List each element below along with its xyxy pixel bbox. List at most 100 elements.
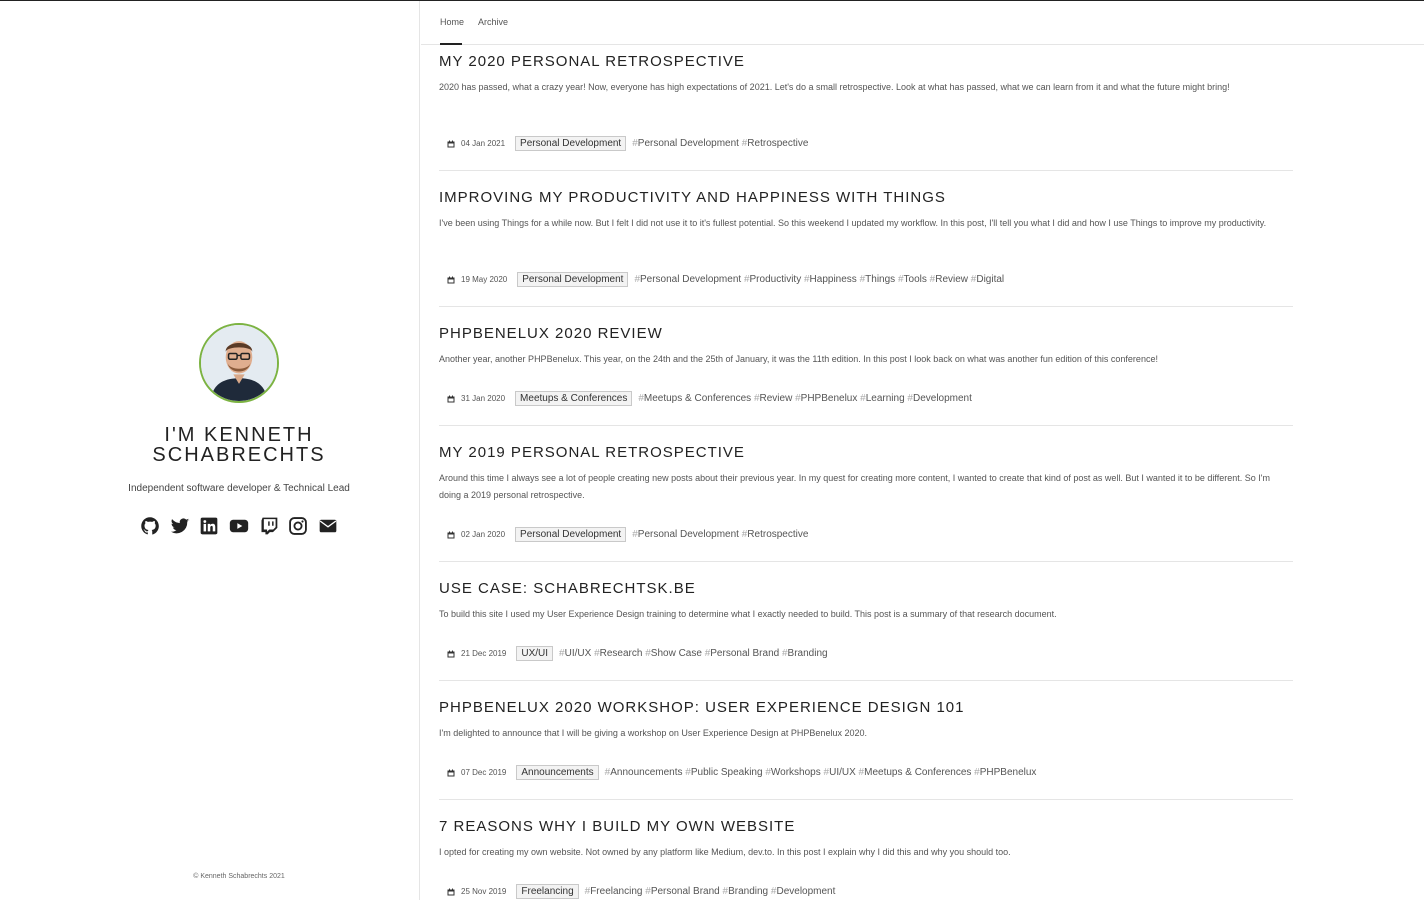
post-item: IMPROVING MY PRODUCTIVITY AND HAPPINESS … xyxy=(439,189,1293,287)
nav-home-link[interactable]: Home xyxy=(440,17,464,27)
post-title[interactable]: 7 REASONS WHY I BUILD MY OWN WEBSITE xyxy=(439,818,1293,836)
post-date: 02 Jan 2020 xyxy=(461,530,506,539)
post-tags: #Personal Development #Retrospective xyxy=(632,529,808,540)
post-category[interactable]: Personal Development xyxy=(515,527,627,542)
post-category[interactable]: UX/UI xyxy=(516,646,554,661)
post-tag[interactable]: #PHPBenelux xyxy=(795,393,857,404)
youtube-icon[interactable] xyxy=(229,516,249,536)
post-title[interactable]: MY 2019 PERSONAL RETROSPECTIVE xyxy=(439,444,1293,462)
post-category[interactable]: Freelancing xyxy=(516,884,579,899)
profile-name: I'M KENNETH SCHABRECHTS xyxy=(100,425,378,465)
calendar-icon xyxy=(447,395,455,402)
post-category[interactable]: Personal Development xyxy=(517,272,629,287)
post-tag[interactable]: #Workshops xyxy=(765,767,820,778)
post-excerpt: Around this time I always see a lot of p… xyxy=(439,473,1271,500)
post-category[interactable]: Meetups & Conferences xyxy=(515,391,633,406)
post-tag[interactable]: #Happiness xyxy=(804,274,857,285)
post-title[interactable]: PHPBENELUX 2020 REVIEW xyxy=(439,325,1293,343)
post-title[interactable]: USE CASE: SCHABRECHTSK.BE xyxy=(439,580,1293,598)
post-tag[interactable]: #Branding xyxy=(723,886,769,897)
post-date: 25 Nov 2019 xyxy=(461,887,507,896)
post-divider xyxy=(439,170,1293,171)
nav-archive-link[interactable]: Archive xyxy=(478,17,508,27)
post-tags: #Personal Development #Retrospective xyxy=(632,138,808,149)
post-excerpt: I've been using Things for a while now. … xyxy=(439,218,1267,228)
avatar[interactable] xyxy=(199,323,279,403)
post-category[interactable]: Announcements xyxy=(516,765,599,780)
post-tag[interactable]: #Personal Development xyxy=(634,274,741,285)
post-tags: #Freelancing #Personal Brand #Branding #… xyxy=(585,886,836,897)
email-icon[interactable] xyxy=(318,516,338,536)
post-tag[interactable]: #Public Speaking xyxy=(685,767,762,778)
profile-name-line1: I'M KENNETH xyxy=(164,424,314,446)
calendar-icon xyxy=(447,769,455,776)
post-tag[interactable]: #Development xyxy=(907,393,971,404)
post-meta: 31 Jan 2020 Meetups & Conferences #Meetu… xyxy=(447,391,972,406)
calendar-icon xyxy=(447,888,455,895)
post-tag[interactable]: #UI/UX xyxy=(824,767,856,778)
post-tag[interactable]: #Review xyxy=(754,393,792,404)
post-divider xyxy=(439,561,1293,562)
post-tag[interactable]: #Branding xyxy=(782,648,828,659)
instagram-icon[interactable] xyxy=(288,516,308,536)
post-meta: 07 Dec 2019 Announcements #Announcements… xyxy=(447,765,1036,780)
post-meta: 02 Jan 2020 Personal Development #Person… xyxy=(447,527,808,542)
post-tag[interactable]: #Show Case xyxy=(645,648,702,659)
post-tag[interactable]: #UI/UX xyxy=(559,648,591,659)
post-tag[interactable]: #Development xyxy=(771,886,835,897)
post-meta: 04 Jan 2021 Personal Development #Person… xyxy=(447,136,808,151)
post-tag[interactable]: #Retrospective xyxy=(742,529,809,540)
post-excerpt: To build this site I used my User Experi… xyxy=(439,609,1057,619)
calendar-icon xyxy=(447,531,455,538)
post-excerpt: I'm delighted to announce that I will be… xyxy=(439,728,867,738)
profile-sidebar: I'M KENNETH SCHABRECHTS Independent soft… xyxy=(0,1,420,900)
post-date: 21 Dec 2019 xyxy=(461,649,507,658)
profile-tagline: Independent software developer & Technic… xyxy=(128,483,350,494)
post-item: 7 REASONS WHY I BUILD MY OWN WEBSITE I o… xyxy=(439,818,1293,899)
post-divider xyxy=(439,425,1293,426)
social-links xyxy=(140,516,338,536)
post-excerpt: I opted for creating my own website. Not… xyxy=(439,847,1011,857)
linkedin-icon[interactable] xyxy=(199,516,219,536)
post-tag[interactable]: #Research xyxy=(594,648,642,659)
post-tag[interactable]: #PHPBenelux xyxy=(974,767,1036,778)
post-tag[interactable]: #Meetups & Conferences xyxy=(859,767,972,778)
post-meta: 21 Dec 2019 UX/UI #UI/UX #Research #Show… xyxy=(447,646,828,661)
post-tags: #Announcements #Public Speaking #Worksho… xyxy=(605,767,1037,778)
twitter-icon[interactable] xyxy=(170,516,190,536)
post-item: PHPBENELUX 2020 WORKSHOP: USER EXPERIENC… xyxy=(439,699,1293,780)
calendar-icon xyxy=(447,140,455,147)
calendar-icon xyxy=(447,650,455,657)
post-tag[interactable]: #Personal Brand xyxy=(645,886,720,897)
post-tag[interactable]: #Things xyxy=(860,274,896,285)
calendar-icon xyxy=(447,276,455,283)
post-tag[interactable]: #Meetups & Conferences xyxy=(638,393,751,404)
post-title[interactable]: MY 2020 PERSONAL RETROSPECTIVE xyxy=(439,53,1293,71)
post-tag[interactable]: #Personal Development xyxy=(632,138,739,149)
post-tag[interactable]: #Tools xyxy=(898,274,927,285)
post-tag[interactable]: #Personal Brand xyxy=(705,648,780,659)
github-icon[interactable] xyxy=(140,516,160,536)
post-excerpt: 2020 has passed, what a crazy year! Now,… xyxy=(439,82,1230,92)
post-tag[interactable]: #Freelancing xyxy=(585,886,643,897)
post-meta: 19 May 2020 Personal Development #Person… xyxy=(447,272,1004,287)
post-title[interactable]: PHPBENELUX 2020 WORKSHOP: USER EXPERIENC… xyxy=(439,699,1293,717)
post-tag[interactable]: #Personal Development xyxy=(632,529,739,540)
post-category[interactable]: Personal Development xyxy=(515,136,627,151)
post-tag[interactable]: #Productivity xyxy=(744,274,801,285)
post-title[interactable]: IMPROVING MY PRODUCTIVITY AND HAPPINESS … xyxy=(439,189,1293,207)
post-tag[interactable]: #Review xyxy=(930,274,968,285)
post-date: 19 May 2020 xyxy=(461,275,508,284)
post-item: USE CASE: SCHABRECHTSK.BE To build this … xyxy=(439,580,1293,661)
post-tags: #Meetups & Conferences #Review #PHPBenel… xyxy=(638,393,972,404)
post-tag[interactable]: #Digital xyxy=(971,274,1004,285)
post-item: MY 2019 PERSONAL RETROSPECTIVE Around th… xyxy=(439,444,1293,542)
post-tag[interactable]: #Retrospective xyxy=(742,138,809,149)
post-date: 07 Dec 2019 xyxy=(461,768,507,777)
post-tag[interactable]: #Learning xyxy=(860,393,904,404)
profile-name-line2: SCHABRECHTS xyxy=(152,444,326,466)
post-tag[interactable]: #Announcements xyxy=(605,767,683,778)
twitch-icon[interactable] xyxy=(259,516,279,536)
post-divider xyxy=(439,306,1293,307)
post-item: PHPBENELUX 2020 REVIEW Another year, ano… xyxy=(439,325,1293,406)
